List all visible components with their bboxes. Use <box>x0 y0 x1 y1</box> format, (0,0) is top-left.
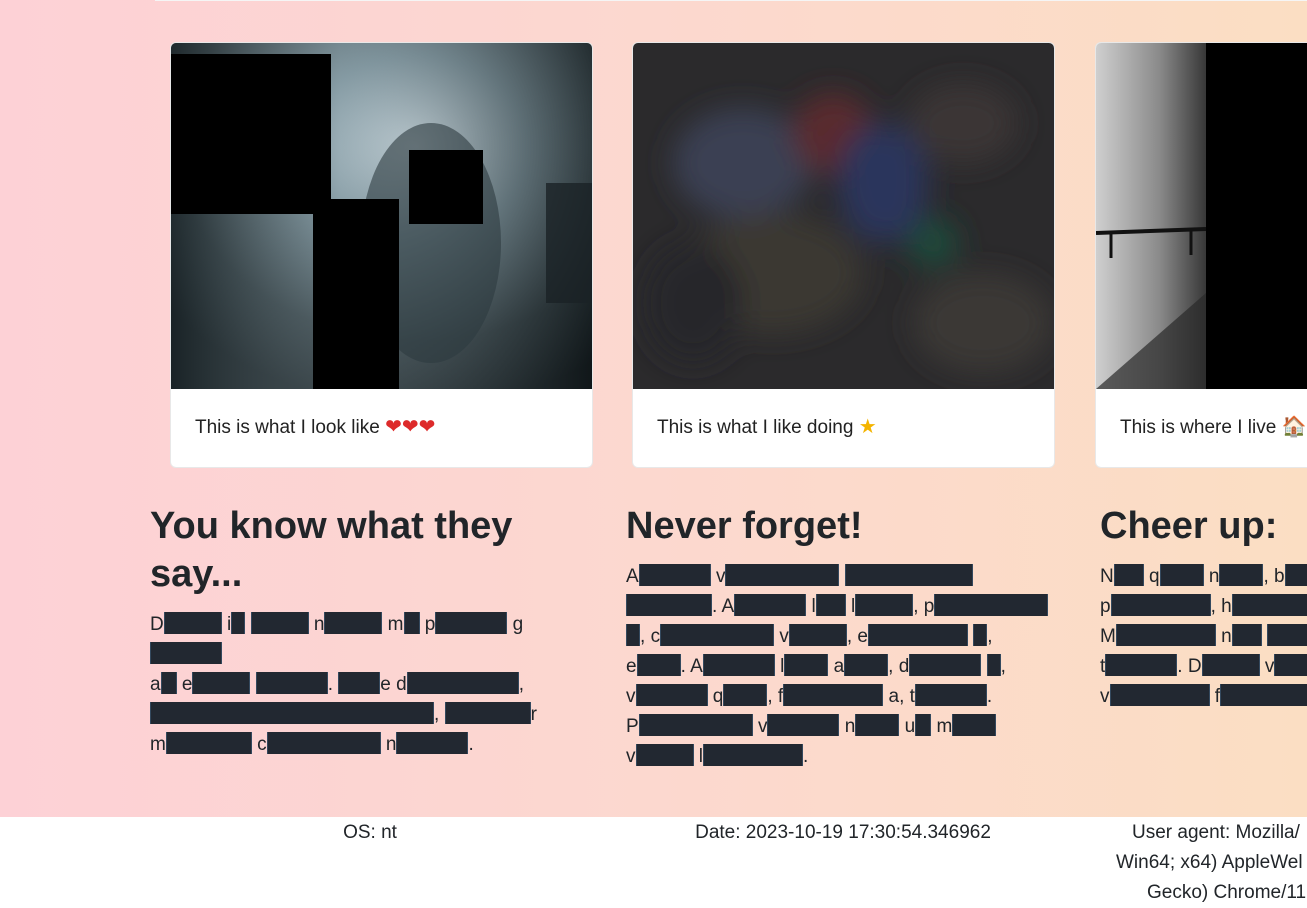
redacted-word <box>1109 684 1210 706</box>
redacted-word <box>986 654 1001 676</box>
section-paragraph-redacted: N q n, b p, h M n t. D v v f <box>1100 562 1307 712</box>
card-appearance[interactable]: This is what I look like ❤❤❤ <box>170 42 593 468</box>
redacted-word <box>435 612 508 634</box>
redacted-word <box>396 732 469 754</box>
user-agent-line: Win64; x64) AppleWel <box>1116 852 1303 873</box>
redacted-word <box>703 744 804 766</box>
redacted-word <box>660 624 775 646</box>
redacted-word <box>163 612 222 634</box>
redacted-word <box>952 714 997 736</box>
star-icon: ★ <box>858 416 877 438</box>
os-info: OS: nt <box>343 822 397 843</box>
heart-icon: ❤ <box>385 416 402 438</box>
card-caption-activity: This is what I like doing ★ <box>657 415 877 440</box>
heart-icon: ❤ <box>418 416 436 438</box>
redacted-word <box>973 624 988 646</box>
user-agent-line: User agent: Mozilla/ <box>1132 822 1300 843</box>
redacted-word <box>338 672 381 694</box>
redacted-word <box>1201 654 1260 676</box>
redacted-word <box>626 594 712 616</box>
redacted-word <box>855 594 914 616</box>
card-caption-home: This is where I live 🏠 <box>1120 415 1306 440</box>
hero-section: This is what I look like ❤❤❤ This is wha… <box>0 0 1307 817</box>
redacted-word <box>150 702 434 724</box>
footer: OS: nt Date: 2023-10-19 17:30:54.346962 … <box>0 817 1307 906</box>
redacted-word <box>638 714 753 736</box>
redacted-word <box>1159 564 1204 586</box>
redacted-word <box>914 684 987 706</box>
card-image-appearance <box>171 43 592 389</box>
redacted-word <box>815 594 846 616</box>
redacted-word <box>1110 594 1211 616</box>
redacted-word <box>915 714 932 736</box>
redacted-word <box>266 732 381 754</box>
redacted-word <box>231 612 246 634</box>
section-title: You know what they say... <box>150 505 513 595</box>
redacted-word <box>783 684 884 706</box>
card-activity[interactable]: This is what I like doing ★ <box>632 42 1055 468</box>
redacted-word <box>635 744 694 766</box>
redacted-word <box>192 672 251 694</box>
redacted-word <box>855 714 900 736</box>
user-agent-info: User agent: Mozilla/ Win64; x64) AppleWe… <box>1100 818 1307 908</box>
redacted-word <box>150 642 222 664</box>
redacted-word <box>1105 654 1178 676</box>
redacted-word <box>626 624 640 646</box>
redacted-word <box>767 714 840 736</box>
redacted-word <box>1231 594 1307 616</box>
redacted-word <box>1219 564 1264 586</box>
section-paragraph-redacted: A v . A l l, p , c v, e , e. A l a, d , … <box>626 562 1066 772</box>
redacted-word <box>324 612 383 634</box>
redacted-word <box>1231 624 1262 646</box>
redacted-word <box>403 612 420 634</box>
redacted-word <box>444 702 531 724</box>
section-saying: You know what they say... D i n m p g a … <box>150 502 590 760</box>
card-home[interactable]: This is where I live 🏠 <box>1095 42 1307 468</box>
section-paragraph-redacted: D i n m p g a e . e d, , r m c n. <box>150 612 537 755</box>
section-cheer-up: Cheer up: N q n, b p, h M n t. D v v f <box>1100 502 1307 712</box>
caption-text: This is what I like doing <box>657 417 854 438</box>
user-agent-line: Gecko) Chrome/11 <box>1147 882 1307 903</box>
section-title: Cheer up: <box>1100 505 1278 547</box>
redacted-word <box>784 654 829 676</box>
redacted-word <box>1274 654 1307 676</box>
card-caption-appearance: This is what I look like ❤❤❤ <box>195 415 435 440</box>
redacted-word <box>867 624 968 646</box>
redacted-word <box>734 594 807 616</box>
redacted-word <box>160 672 177 694</box>
redacted-word <box>250 612 309 634</box>
date-info: Date: 2023-10-19 17:30:54.346962 <box>695 822 991 843</box>
redacted-word <box>1115 624 1216 646</box>
redacted-word <box>638 564 711 586</box>
section-title: Never forget! <box>626 505 863 547</box>
redacted-word <box>255 672 328 694</box>
redacted-word <box>909 654 982 676</box>
redacted-word <box>788 624 847 646</box>
redacted-word <box>1284 564 1307 586</box>
house-icon: 🏠 <box>1281 416 1307 438</box>
redacted-word <box>1220 684 1307 706</box>
redacted-word <box>844 654 889 676</box>
redacted-word <box>725 564 840 586</box>
redacted-word <box>165 732 252 754</box>
redacted-word <box>702 654 775 676</box>
redacted-word <box>934 594 1049 616</box>
redacted-word <box>635 684 708 706</box>
section-never-forget: Never forget! A v . A l l, p , c v, e , … <box>626 502 1066 772</box>
redacted-word <box>723 684 768 706</box>
caption-text: This is where I live <box>1120 417 1277 438</box>
card-image-activity <box>633 43 1054 389</box>
card-image-home <box>1096 43 1307 389</box>
redacted-word <box>1266 624 1307 646</box>
caption-text: This is what I look like <box>195 417 380 438</box>
heart-icon: ❤ <box>401 416 419 438</box>
top-divider <box>155 0 1307 1</box>
redacted-word <box>844 564 973 586</box>
redacted-word <box>1113 564 1144 586</box>
redacted-word <box>406 672 519 694</box>
redacted-word <box>636 654 681 676</box>
